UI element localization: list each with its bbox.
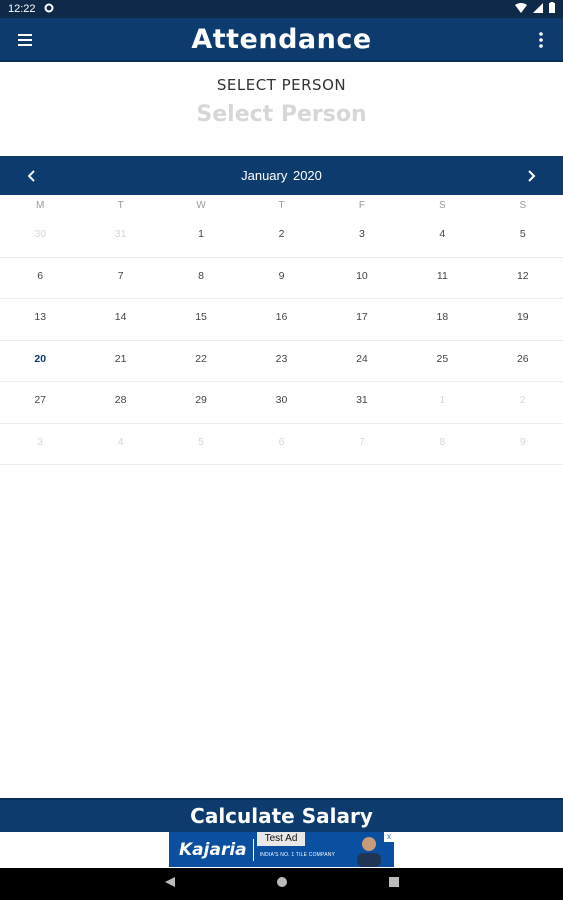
status-time: 12:22 <box>8 3 36 15</box>
calendar-day-other-month[interactable]: 2 <box>483 382 563 423</box>
back-icon[interactable] <box>164 875 176 893</box>
calendar-day[interactable]: 26 <box>483 341 563 382</box>
page-title: Attendance <box>191 23 372 55</box>
calculate-salary-button[interactable]: Calculate Salary <box>0 798 563 832</box>
calendar-day[interactable]: 23 <box>241 341 321 382</box>
calendar-week-row: 6 7 8 9 10 11 12 <box>0 258 563 299</box>
calendar-day[interactable]: 16 <box>241 299 321 340</box>
calendar-day[interactable]: 25 <box>402 341 482 382</box>
calendar-day[interactable]: 9 <box>241 258 321 299</box>
calendar-day-other-month[interactable]: 8 <box>402 424 482 465</box>
calendar-day[interactable]: 3 <box>322 216 402 257</box>
calendar-week-row: 20 21 22 23 24 25 26 <box>0 341 563 382</box>
wifi-icon <box>515 2 527 16</box>
select-person-label: SELECT PERSON <box>216 76 347 94</box>
calendar-day-other-month[interactable]: 7 <box>322 424 402 465</box>
system-nav-bar <box>0 868 563 900</box>
calendar-day[interactable]: 10 <box>322 258 402 299</box>
previous-month-button[interactable] <box>22 166 42 186</box>
ad-person-image <box>352 833 386 867</box>
app-bar: Attendance <box>0 18 563 62</box>
select-person-dropdown[interactable]: Select Person <box>0 102 563 127</box>
calendar-day[interactable]: 28 <box>80 382 160 423</box>
calendar-day[interactable]: 6 <box>0 258 80 299</box>
calendar-week-row: 3456789 <box>0 424 563 465</box>
calendar-day-other-month[interactable]: 4 <box>80 424 160 465</box>
calendar-day-other-month[interactable]: 30 <box>0 216 80 257</box>
calendar-day[interactable]: 27 <box>0 382 80 423</box>
calendar-day[interactable]: 7 <box>80 258 160 299</box>
calendar-day[interactable]: 18 <box>402 299 482 340</box>
ad-banner[interactable]: Kajaria INDIA'S NO. 1 TILE COMPANY Test … <box>169 832 394 867</box>
calendar-week-row: 13 14 15 16 17 18 19 <box>0 299 563 341</box>
month-title: January 2020 <box>241 168 322 183</box>
calendar-day[interactable]: 30 <box>241 382 321 423</box>
calendar-day-other-month[interactable]: 1 <box>402 382 482 423</box>
ad-brand-logo: Kajaria <box>179 839 247 860</box>
calendar-day[interactable]: 29 <box>161 382 241 423</box>
calendar-day[interactable]: 22 <box>161 341 241 382</box>
settings-icon <box>44 3 54 16</box>
ad-tagline: INDIA'S NO. 1 TILE COMPANY <box>259 851 336 858</box>
calendar-header: January 2020 <box>0 156 563 195</box>
person-selector: SELECT PERSON Select Person <box>0 64 563 156</box>
status-bar: 12:22 <box>0 0 563 18</box>
calendar-day[interactable]: 2 <box>241 216 321 257</box>
calendar-day-other-month[interactable]: 6 <box>241 424 321 465</box>
calendar-day[interactable]: 19 <box>483 299 563 340</box>
calendar-day-other-month[interactable]: 3 <box>0 424 80 465</box>
calendar-day-other-month[interactable]: 31 <box>80 216 160 257</box>
calendar-day[interactable]: 8 <box>161 258 241 299</box>
calendar-day-today[interactable]: 20 <box>0 341 80 382</box>
calendar-day[interactable]: 15 <box>161 299 241 340</box>
calendar-day[interactable]: 5 <box>483 216 563 257</box>
calendar-day[interactable]: 11 <box>402 258 482 299</box>
ad-divider <box>252 838 254 861</box>
home-icon[interactable] <box>276 875 288 893</box>
calendar-day[interactable]: 17 <box>322 299 402 340</box>
calendar-day[interactable]: 21 <box>80 341 160 382</box>
next-month-button[interactable] <box>521 166 541 186</box>
calendar-day-other-month[interactable]: 9 <box>483 424 563 465</box>
calendar-day[interactable]: 13 <box>0 299 80 340</box>
calendar-week-row: 27 28 29 30 31 1 2 <box>0 382 563 424</box>
test-ad-badge: Test Ad <box>257 832 305 846</box>
calendar-day[interactable]: 31 <box>322 382 402 423</box>
calendar-grid: 30 31 1 2 3 4 5 6 7 8 9 10 11 12 13 14 15 16 17 18 19 20 21 22 2… <box>0 216 563 465</box>
calendar-day[interactable]: 12 <box>483 258 563 299</box>
calendar-day-other-month[interactable]: 5 <box>161 424 241 465</box>
more-options-icon[interactable] <box>533 30 549 50</box>
recents-icon[interactable] <box>388 875 400 893</box>
calendar-day[interactable]: 4 <box>402 216 482 257</box>
calendar-day[interactable]: 24 <box>322 341 402 382</box>
ad-choices-icon[interactable]: x <box>384 832 394 842</box>
menu-icon[interactable] <box>16 30 36 50</box>
calendar-day[interactable]: 1 <box>161 216 241 257</box>
battery-icon <box>549 2 555 16</box>
calendar-week-row: 30 31 1 2 3 4 5 <box>0 216 563 258</box>
calendar-day[interactable]: 14 <box>80 299 160 340</box>
signal-icon <box>533 2 543 16</box>
